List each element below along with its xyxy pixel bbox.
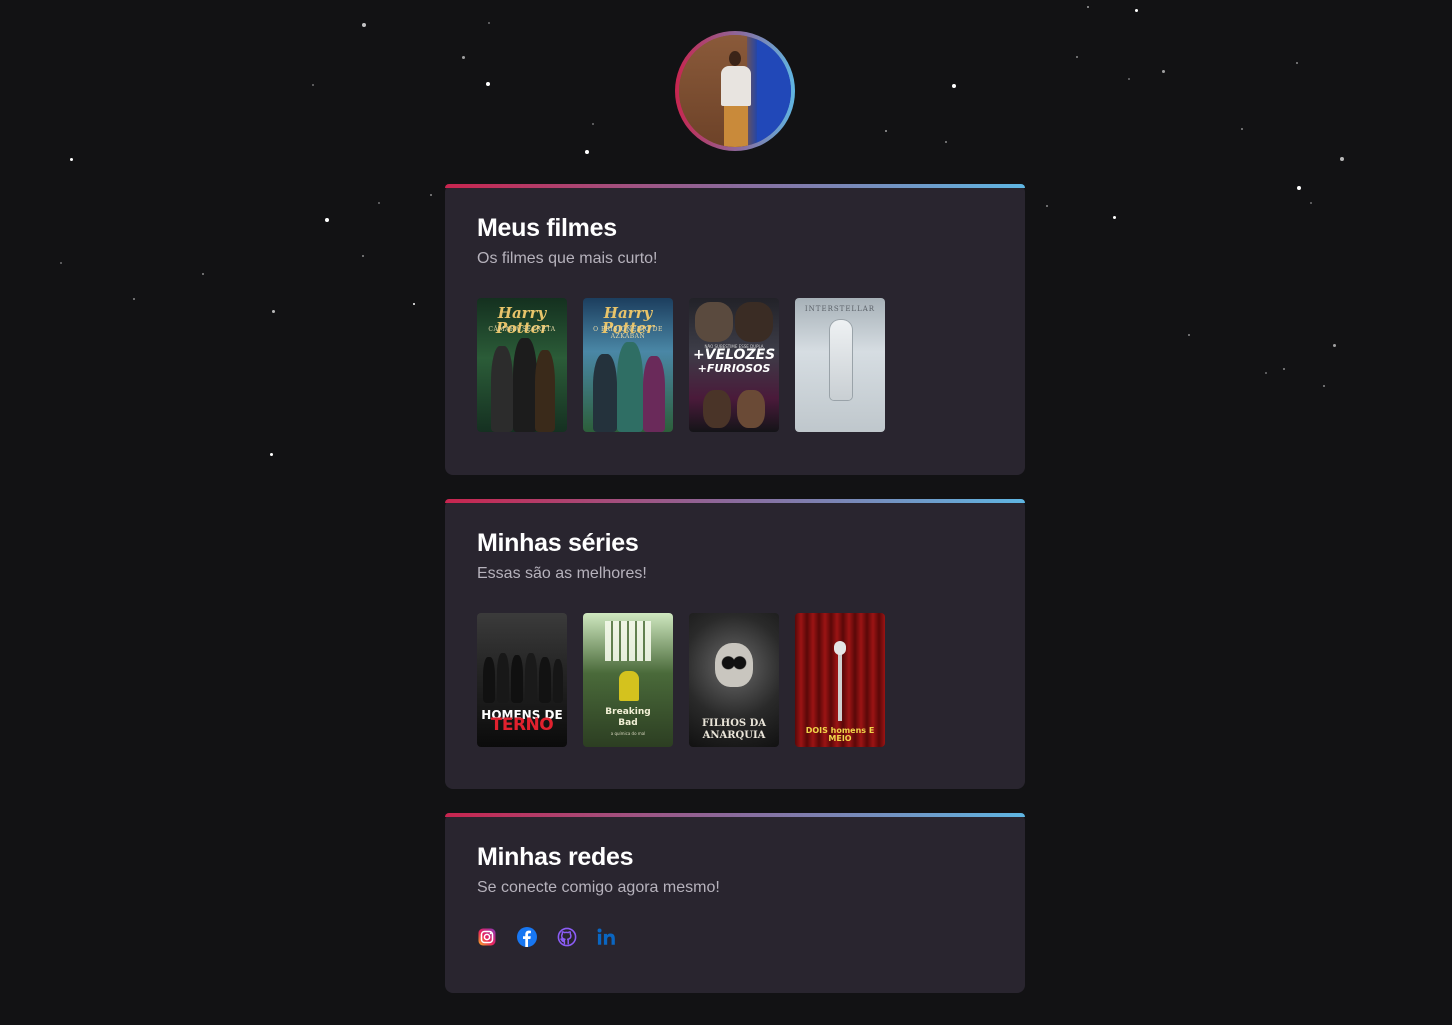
movies-subtitle: Os filmes que mais curto!: [477, 250, 658, 267]
series-title: Minhas séries: [477, 529, 639, 557]
star: [413, 303, 415, 305]
poster-title-line2: +FURIOSOS: [697, 362, 771, 375]
series-card: Minhas séries Essas são as melhores! HOM…: [445, 499, 1025, 789]
figure-in-yellow-suit: [619, 671, 639, 701]
movies-poster-list: Harry Potter CÂMARA SECRETA Harry Potter…: [477, 298, 993, 432]
star: [1323, 385, 1325, 387]
poster-filhos-da-anarquia[interactable]: FILHOS DA ANARQUIA: [689, 613, 779, 747]
series-poster-list: HOMENS DE TERNO Breaking Bad a química d…: [477, 613, 993, 747]
poster-velozes-furiosos[interactable]: NÃO SUBESTIME ESSE DUPLA +VELOZES +FURIO…: [689, 298, 779, 432]
star: [430, 194, 432, 196]
instagram-icon: [478, 928, 496, 946]
movies-title: Meus filmes: [477, 214, 617, 242]
star: [1296, 62, 1298, 64]
star: [1162, 70, 1165, 73]
star: [486, 82, 490, 86]
star: [1297, 186, 1301, 190]
star: [945, 141, 947, 143]
star: [60, 262, 62, 264]
poster-title: FILHOS DA: [701, 718, 767, 729]
linkedin-icon: [597, 928, 615, 945]
star: [1128, 78, 1130, 80]
star: [1265, 372, 1267, 374]
poster-title-line2: TERNO: [490, 715, 554, 735]
star: [1188, 334, 1190, 336]
series-subtitle: Essas são as melhores!: [477, 565, 647, 582]
poster-breaking-bad[interactable]: Breaking Bad a química do mal: [583, 613, 673, 747]
poster-title-line2: ANARQUIA: [702, 730, 766, 741]
star: [1087, 6, 1089, 8]
star: [462, 56, 465, 59]
star: [1310, 202, 1312, 204]
star: [885, 130, 887, 132]
star: [592, 123, 594, 125]
star: [1113, 216, 1116, 219]
star: [1241, 128, 1243, 130]
facebook-link[interactable]: [517, 927, 537, 947]
movies-card: Meus filmes Os filmes que mais curto! Ha…: [445, 184, 1025, 475]
star: [378, 202, 380, 204]
poster-harry-potter-prisioneiro[interactable]: Harry Potter O PRISIONEIRO DE AZKABAN: [583, 298, 673, 432]
poster-title: DOIS homens E MEIO: [805, 726, 875, 743]
avatar: [679, 35, 791, 147]
microphone-icon: [834, 641, 846, 721]
poster-title: +VELOZES: [693, 347, 776, 363]
star: [270, 453, 273, 456]
poster-subtitle: O PRISIONEIRO DE AZKABAN: [593, 326, 663, 340]
star: [1340, 157, 1344, 161]
star: [1046, 205, 1048, 207]
socials-title: Minhas redes: [477, 843, 634, 871]
star: [325, 218, 329, 222]
socials-card: Minhas redes Se conecte comigo agora mes…: [445, 813, 1025, 993]
socials-subtitle: Se conecte comigo agora mesmo!: [477, 879, 720, 896]
poster-dois-homens-e-meio[interactable]: DOIS homens E MEIO: [795, 613, 885, 747]
social-links: [477, 927, 993, 947]
star: [1333, 344, 1336, 347]
star: [488, 22, 490, 24]
skull-icon: [715, 643, 753, 687]
star: [312, 84, 314, 86]
poster-subtitle: CÂMARA SECRETA: [488, 326, 556, 333]
poster-title: INTERSTELLAR: [804, 305, 876, 313]
astronaut-figure: [830, 320, 852, 400]
star: [70, 158, 73, 161]
github-icon: [557, 927, 577, 947]
star: [272, 310, 275, 313]
profile-avatar-ring: [675, 31, 795, 151]
star: [952, 84, 956, 88]
star: [362, 23, 366, 27]
star: [585, 150, 589, 154]
star: [362, 255, 364, 257]
star: [1283, 368, 1285, 370]
star: [133, 298, 135, 300]
poster-homens-de-terno[interactable]: HOMENS DE TERNO: [477, 613, 567, 747]
poster-tagline: a química do mal: [610, 731, 646, 736]
linkedin-link[interactable]: [597, 927, 617, 947]
github-link[interactable]: [557, 927, 577, 947]
star: [202, 273, 204, 275]
poster-harry-potter-camara-secreta[interactable]: Harry Potter CÂMARA SECRETA: [477, 298, 567, 432]
poster-title-line2: Bad: [618, 718, 638, 728]
poster-title: Breaking: [605, 707, 651, 717]
star: [1076, 56, 1078, 58]
poster-interstellar[interactable]: INTERSTELLAR: [795, 298, 885, 432]
facebook-icon: [517, 927, 537, 947]
star: [1135, 9, 1138, 12]
instagram-link[interactable]: [477, 927, 497, 947]
